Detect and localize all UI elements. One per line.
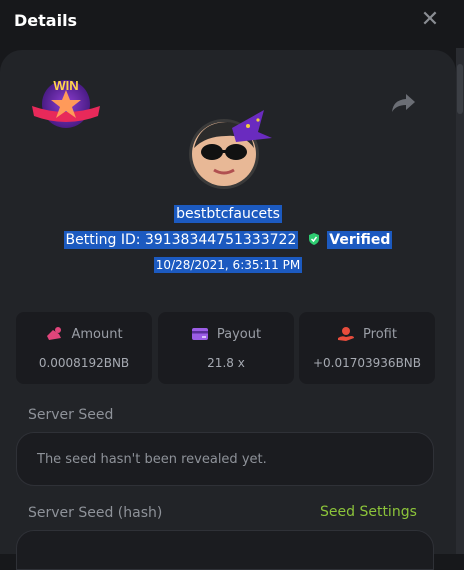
betting-id-label: Betting ID: 391383447513337​22 — [63, 231, 299, 249]
profit-card: Profit +0.01703936BNB — [299, 312, 435, 384]
seed-settings-link[interactable]: Seed Settings — [320, 504, 417, 520]
profit-icon — [338, 327, 355, 341]
server-seed-hash-field[interactable] — [16, 530, 434, 570]
server-seed-hash-label: Server Seed (hash) — [28, 505, 163, 521]
profit-label: Profit — [363, 326, 397, 342]
server-seed-field[interactable]: The seed hasn't been revealed yet. — [16, 432, 434, 486]
page-title: Details — [14, 11, 78, 30]
payout-icon — [191, 328, 208, 340]
win-badge-icon: WIN — [32, 78, 100, 128]
payout-label: Payout — [216, 326, 262, 342]
badge-text: WIN — [53, 78, 78, 93]
share-icon[interactable] — [390, 92, 416, 114]
payout-card: Payout 21.8 x — [158, 312, 294, 384]
amount-label: Amount — [71, 326, 123, 342]
scrollbar-thumb[interactable] — [457, 64, 463, 114]
header: Details ✕ — [0, 0, 464, 48]
avatar — [189, 110, 272, 189]
bet-date: 10/28/2021, 6:35:11 PM — [153, 257, 303, 273]
server-seed-text: The seed hasn't been revealed yet. — [37, 452, 267, 467]
verified-label: Verified — [327, 231, 393, 249]
payout-value: 21.8 x — [207, 356, 245, 370]
server-seed-label: Server Seed — [28, 407, 114, 423]
amount-value: 0.0008192BNB — [38, 356, 130, 370]
username: bestbtcfaucets — [174, 205, 282, 223]
amount-card: Amount 0.0008192BNB — [16, 312, 152, 384]
scrollbar-track[interactable] — [456, 48, 464, 554]
betting-id-row: Betting ID: 391383447513337​22 Verified — [0, 231, 456, 249]
close-icon[interactable]: ✕ — [420, 9, 440, 31]
verified-shield-icon — [308, 233, 319, 245]
profit-value: +0.01703936BNB — [312, 356, 422, 370]
amount-icon — [47, 327, 62, 340]
